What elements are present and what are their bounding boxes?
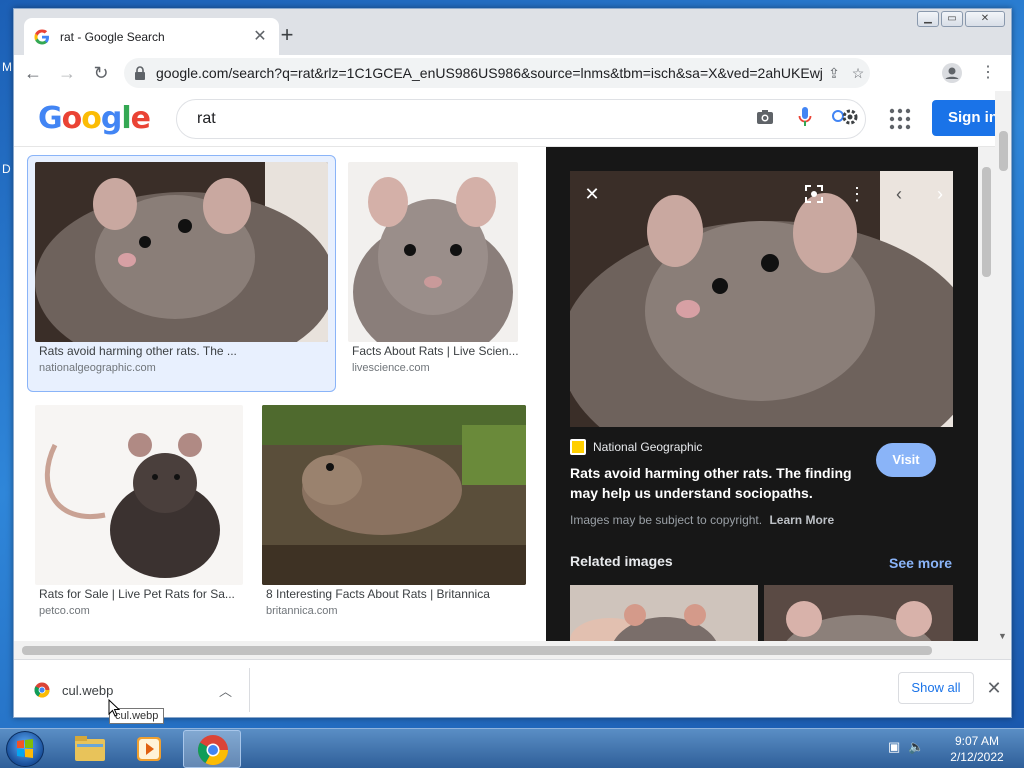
profile-icon[interactable] <box>937 58 967 88</box>
rat-photo-thumbnail[interactable] <box>35 405 243 585</box>
download-item[interactable]: cul.webp ︿ <box>22 668 250 712</box>
new-tab-button[interactable]: + <box>275 24 299 48</box>
forward-icon[interactable]: → <box>52 58 82 88</box>
minimize-button[interactable]: ▁ <box>917 11 939 27</box>
result-source: petco.com <box>39 605 90 617</box>
desktop-icon-label: M <box>2 60 12 74</box>
browser-toolbar: ← → ↻ google.com/search?q=rat&rlz=1C1GCE… <box>14 55 1011 91</box>
taskbar-clock[interactable]: 9:07 AM 2/12/2022 <box>940 733 1014 765</box>
address-bar[interactable]: google.com/search?q=rat&rlz=1C1GCEA_enUS… <box>124 58 870 88</box>
taskbar-chrome[interactable] <box>183 730 241 768</box>
preview-scrollbar-thumb[interactable] <box>982 167 991 277</box>
horizontal-scrollbar-thumb[interactable] <box>22 646 932 655</box>
result-title[interactable]: 8 Interesting Facts About Rats | Britann… <box>266 587 526 601</box>
windows-taskbar: ▣ 🔈 9:07 AM 2/12/2022 <box>0 728 1024 768</box>
rat-photo-thumbnail[interactable] <box>35 162 328 342</box>
search-input[interactable]: rat <box>197 110 745 128</box>
chevron-up-icon[interactable]: ︿ <box>219 681 249 700</box>
result-source: livescience.com <box>352 362 430 374</box>
folder-icon <box>75 736 105 761</box>
google-apps-icon[interactable] <box>888 107 912 131</box>
desktop-icon-label: D <box>2 162 11 176</box>
chrome-icon <box>197 735 228 766</box>
volume-icon[interactable]: 🔈 <box>908 739 924 755</box>
start-button[interactable] <box>6 731 44 767</box>
google-images-page: Google rat Sign in Rats avoid harming ot… <box>14 91 1011 659</box>
download-file-name: cul.webp <box>62 682 114 698</box>
preview-source-name: National Geographic <box>593 440 703 454</box>
system-tray: ▣ 🔈 <box>888 739 924 755</box>
scroll-down-arrow-icon[interactable]: ▼ <box>998 631 1007 641</box>
tab-close-icon[interactable]: ✕ <box>251 28 269 46</box>
network-icon[interactable]: ▣ <box>888 739 900 755</box>
copyright-text: Images may be subject to copyright. <box>570 513 763 527</box>
tab-title: rat - Google Search <box>60 29 165 44</box>
related-images-heading: Related images <box>570 553 673 569</box>
image-results-grid: Rats avoid harming other rats. The ... n… <box>14 147 546 659</box>
result-title[interactable]: Facts About Rats | Live Scien... <box>352 344 522 358</box>
maximize-button[interactable]: ▭ <box>941 11 963 27</box>
tab-strip: rat - Google Search ✕ + ▁ ▭ ✕ <box>14 9 1011 55</box>
rat-photo-thumbnail[interactable] <box>262 405 526 585</box>
learn-more-link[interactable]: Learn More <box>769 513 834 527</box>
search-settings-gear-icon[interactable] <box>825 106 865 133</box>
taskbar-media-player[interactable] <box>120 730 178 768</box>
back-icon[interactable]: ← <box>18 58 48 88</box>
close-preview-icon[interactable]: ✕ <box>578 180 606 208</box>
media-player-icon <box>137 737 161 761</box>
copyright-notice: Images may be subject to copyright. Lear… <box>570 513 834 527</box>
taskbar-explorer[interactable] <box>60 730 118 768</box>
camera-icon[interactable] <box>745 109 785 130</box>
mouse-pointer-icon <box>108 699 120 717</box>
result-title[interactable]: Rats avoid harming other rats. The ... <box>39 344 329 358</box>
page-scrollbar-thumb[interactable] <box>999 131 1008 171</box>
natgeo-favicon-icon <box>570 439 586 455</box>
reload-icon[interactable]: ↻ <box>86 58 116 88</box>
lock-icon <box>135 66 145 80</box>
close-window-button[interactable]: ✕ <box>965 11 1005 27</box>
page-horizontal-scrollbar[interactable] <box>14 641 995 659</box>
url-text: google.com/search?q=rat&rlz=1C1GCEA_enUS… <box>156 65 822 81</box>
page-vertical-scrollbar[interactable]: ▼ <box>995 91 1011 659</box>
menu-kebab-icon[interactable]: ⋮ <box>973 58 1003 88</box>
search-box[interactable]: rat <box>176 99 866 139</box>
preview-rat-image[interactable] <box>570 171 953 427</box>
show-all-downloads-button[interactable]: Show all <box>898 672 974 704</box>
see-more-link[interactable]: See more <box>889 555 952 571</box>
google-header: Google rat Sign in <box>14 91 1011 147</box>
google-favicon-icon <box>34 29 49 44</box>
google-logo[interactable]: Google <box>38 101 151 136</box>
result-source: britannica.com <box>266 605 338 617</box>
next-image-icon[interactable]: › <box>926 180 954 208</box>
chrome-file-icon <box>34 682 50 698</box>
visit-button[interactable]: Visit <box>876 443 936 477</box>
more-options-icon[interactable]: ⋮ <box>843 180 871 208</box>
clock-date: 2/12/2022 <box>950 750 1004 764</box>
window-controls: ▁ ▭ ✕ <box>917 11 1005 27</box>
close-downloads-bar-icon[interactable]: ✕ <box>984 674 1004 702</box>
bookmark-star-icon[interactable]: ☆ <box>846 65 870 82</box>
preview-title[interactable]: Rats avoid harming other rats. The findi… <box>570 463 870 503</box>
share-icon[interactable]: ⇪ <box>822 65 846 82</box>
previous-image-icon[interactable]: ‹ <box>885 180 913 208</box>
image-preview-panel: ✕ ⋮ ‹ › National Geographic Rats avoid h… <box>546 147 978 659</box>
rat-photo-thumbnail[interactable] <box>348 162 518 342</box>
preview-source-row[interactable]: National Geographic <box>570 439 702 455</box>
chrome-window: rat - Google Search ✕ + ▁ ▭ ✕ ← → ↻ goog… <box>13 8 1012 718</box>
clock-time: 9:07 AM <box>954 734 1000 748</box>
microphone-icon[interactable] <box>785 106 825 133</box>
google-lens-icon[interactable] <box>800 180 828 208</box>
result-source: nationalgeographic.com <box>39 362 156 374</box>
tab-google-search[interactable]: rat - Google Search ✕ <box>24 18 279 55</box>
preview-scrollbar[interactable] <box>978 147 995 659</box>
toolbar-right: ⋮ <box>937 58 1003 88</box>
result-title[interactable]: Rats for Sale | Live Pet Rats for Sa... <box>39 587 239 601</box>
